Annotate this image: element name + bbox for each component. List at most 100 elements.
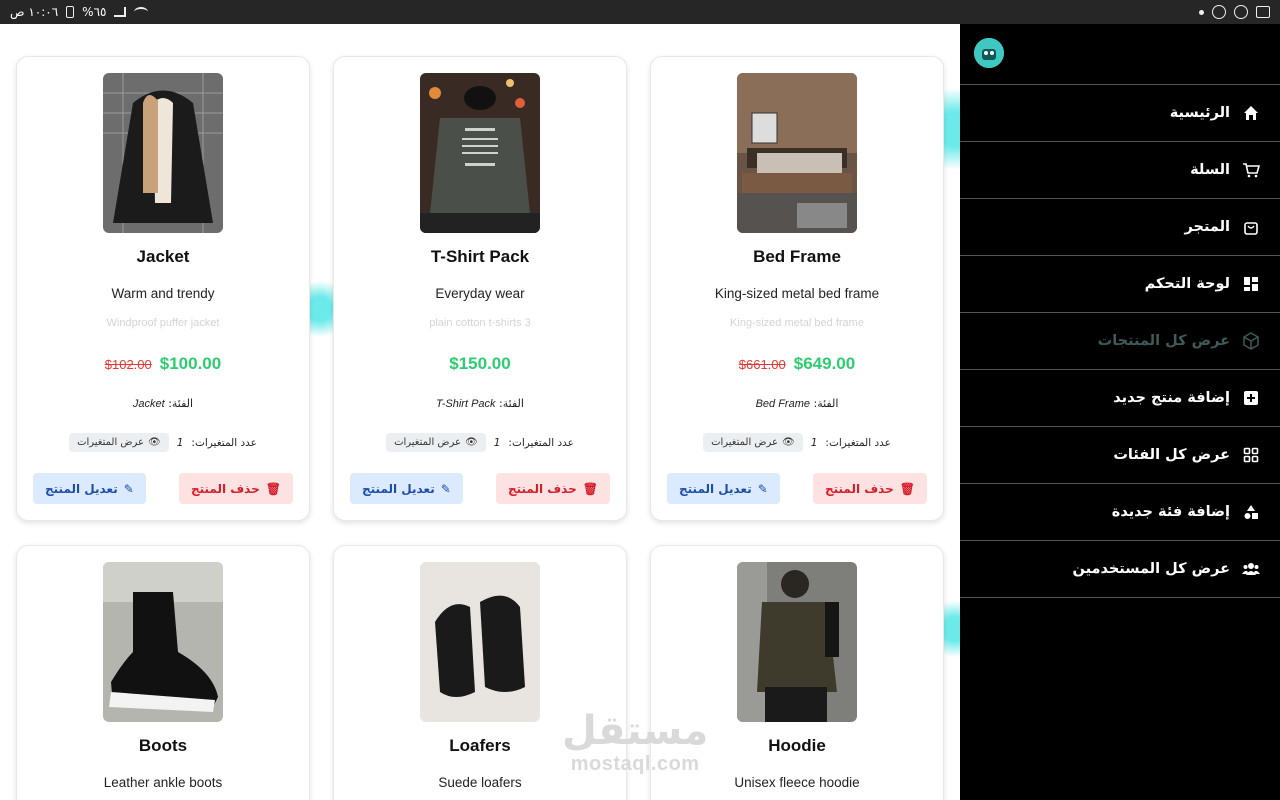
- variants-label: عدد المتغيرات:: [825, 436, 891, 449]
- box-icon: [1242, 332, 1260, 350]
- bag-icon: [1242, 218, 1260, 236]
- edit-icon: ✎: [757, 481, 768, 496]
- watermark-arabic: مستقل: [562, 708, 709, 754]
- cart-icon: [1242, 161, 1260, 179]
- sidebar-item-all-categories[interactable]: عرض كل الفئات: [960, 427, 1280, 484]
- edit-product-label: تعديل المنتج: [679, 481, 752, 496]
- edit-product-button[interactable]: ✎ تعديل المنتج: [350, 473, 463, 504]
- shapes-icon: [1242, 503, 1260, 521]
- battery-icon: [66, 6, 75, 18]
- edit-product-button[interactable]: ✎ تعديل المنتج: [667, 473, 780, 504]
- current-price: $150.00: [449, 354, 511, 373]
- sidebar-item-cart[interactable]: السلة: [960, 142, 1280, 199]
- delete-product-button[interactable]: 🗑 حذف المنتج: [812, 473, 927, 504]
- hoodie-photo: [737, 562, 857, 722]
- price-row: $150.00: [334, 354, 626, 374]
- eye-icon: 👁: [782, 437, 795, 448]
- old-price: $102.00: [104, 357, 152, 372]
- sidebar-item-label: المتجر: [1184, 219, 1230, 235]
- sidebar-nav: الرئيسية السلة المتجر لوحة التحكم عرض كل…: [960, 84, 1280, 598]
- view-variants-label: عرض المتغيرات: [711, 437, 779, 448]
- sidebar-item-all-users[interactable]: عرض كل المستخدمين: [960, 541, 1280, 598]
- category-label: الفئة:: [168, 397, 194, 410]
- category-row: الفئة: Jacket: [17, 397, 309, 410]
- view-variants-button[interactable]: 👁 عرض المتغيرات: [703, 433, 803, 452]
- watermark: مستقل mostaql.com: [562, 709, 708, 776]
- price-row: $661.00 $649.00: [651, 354, 943, 374]
- delete-product-label: حذف المنتج: [190, 481, 260, 496]
- home-icon: [1242, 104, 1260, 122]
- variants-row: عدد المتغيرات: 1 👁 عرض المتغيرات: [651, 433, 943, 452]
- product-subtitle: Everyday wear: [435, 286, 525, 301]
- sidebar: الرئيسية السلة المتجر لوحة التحكم عرض كل…: [960, 24, 1280, 800]
- trash-icon: 🗑: [582, 481, 598, 496]
- category-label: الفئة:: [499, 397, 524, 410]
- wifi-icon: [134, 7, 149, 17]
- category-value: Jacket: [132, 398, 165, 410]
- variants-count: 1: [810, 436, 818, 449]
- category-value: Bed Frame: [755, 398, 810, 410]
- variants-row: عدد المتغيرات: 1 👁 عرض المتغيرات: [334, 433, 626, 452]
- price-row: $102.00 $100.00: [17, 354, 309, 374]
- edit-icon: ✎: [123, 481, 134, 496]
- users-icon: [1242, 560, 1260, 578]
- sidebar-item-dashboard[interactable]: لوحة التحكم: [960, 256, 1280, 313]
- product-card: Jacket Warm and trendy Windproof puffer …: [16, 56, 310, 521]
- product-subtitle: Unisex fleece hoodie: [734, 775, 860, 790]
- variants-row: عدد المتغيرات: 1 👁 عرض المتغيرات: [17, 433, 309, 452]
- sidebar-item-add-product[interactable]: إضافة منتج جديد: [960, 370, 1280, 427]
- card-actions: ✎ تعديل المنتج 🗑 حذف المنتج: [33, 473, 293, 504]
- current-price: $100.00: [159, 354, 222, 373]
- plus-square-icon: [1242, 389, 1260, 407]
- sidebar-item-store[interactable]: المتجر: [960, 199, 1280, 256]
- loafers-photo: [420, 562, 540, 722]
- delete-product-label: حذف المنتج: [507, 481, 577, 496]
- product-title: Bed Frame: [753, 247, 841, 266]
- variants-label: عدد المتغيرات:: [191, 436, 257, 449]
- brightness-icon: [1234, 5, 1248, 19]
- signal-icon: [114, 7, 127, 17]
- sidebar-item-all-products[interactable]: عرض كل المنتجات: [960, 313, 1280, 370]
- watermark-latin: mostaql.com: [570, 753, 700, 775]
- edit-product-button[interactable]: ✎ تعديل المنتج: [33, 473, 146, 504]
- jacket-photo: [103, 73, 223, 233]
- product-description: plain cotton t-shirts 3: [429, 317, 531, 329]
- tshirt-photo: [420, 73, 540, 233]
- category-row: الفئة: T-Shirt Pack: [334, 397, 626, 410]
- view-variants-button[interactable]: 👁 عرض المتغيرات: [386, 433, 486, 452]
- product-subtitle: Warm and trendy: [111, 286, 215, 301]
- current-price: $649.00: [793, 354, 856, 373]
- product-description: Windproof puffer jacket: [106, 317, 220, 329]
- view-variants-label: عرض المتغيرات: [394, 437, 462, 448]
- edit-product-label: تعديل المنتج: [362, 481, 435, 496]
- delete-product-button[interactable]: 🗑 حذف المنتج: [178, 473, 293, 504]
- card-actions: ✎ تعديل المنتج 🗑 حذف المنتج: [350, 473, 610, 504]
- card-actions: ✎ تعديل المنتج 🗑 حذف المنتج: [667, 473, 927, 504]
- product-title: Boots: [138, 736, 188, 755]
- battery-percent: %٦٥: [82, 5, 107, 19]
- sidebar-item-home[interactable]: الرئيسية: [960, 85, 1280, 142]
- grid-icon: [1242, 446, 1260, 464]
- eye-icon: 👁: [465, 437, 478, 448]
- logo[interactable]: [974, 38, 1004, 68]
- notification-dot-icon: [1199, 9, 1204, 15]
- view-variants-label: عرض المتغيرات: [77, 437, 145, 448]
- status-bar: ١٠:٠٦ ص %٦٥: [0, 0, 1280, 24]
- category-value: T-Shirt Pack: [436, 398, 496, 410]
- sidebar-item-add-category[interactable]: إضافة فئة جديدة: [960, 484, 1280, 541]
- sidebar-item-label: عرض كل المنتجات: [1097, 333, 1230, 349]
- product-card: Boots Leather ankle boots: [16, 545, 310, 800]
- trash-icon: 🗑: [899, 481, 915, 496]
- image-icon: [1256, 6, 1270, 18]
- bed-photo: [737, 73, 857, 233]
- product-description: King-sized metal bed frame: [730, 317, 864, 329]
- sidebar-item-label: عرض كل الفئات: [1113, 447, 1230, 463]
- delete-product-button[interactable]: 🗑 حذف المنتج: [495, 473, 610, 504]
- product-subtitle: King-sized metal bed frame: [714, 286, 880, 301]
- view-variants-button[interactable]: 👁 عرض المتغيرات: [69, 433, 169, 452]
- edit-icon: ✎: [440, 481, 451, 496]
- eye-icon: 👁: [148, 437, 161, 448]
- product-title: Jacket: [136, 247, 190, 266]
- products-grid: Jacket Warm and trendy Windproof puffer …: [0, 24, 960, 800]
- old-price: $661.00: [738, 357, 786, 372]
